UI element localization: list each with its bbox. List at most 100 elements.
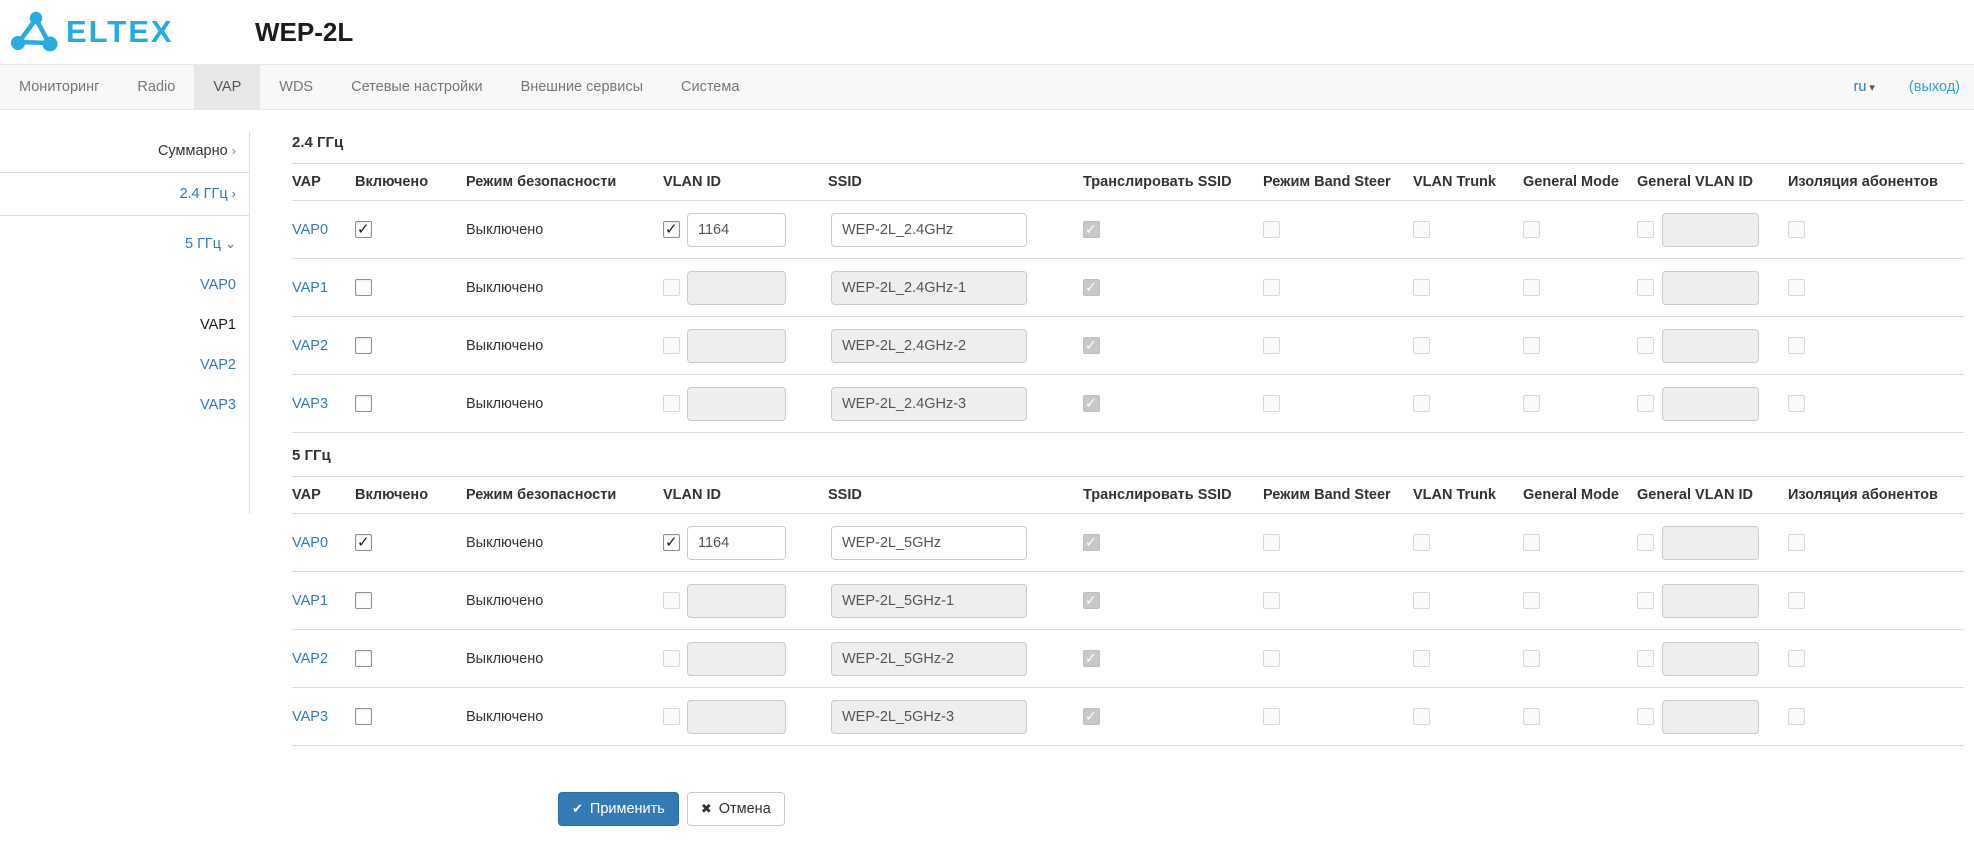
enabled-checkbox[interactable] <box>355 337 372 354</box>
vap-link[interactable]: VAP3 <box>292 396 328 412</box>
enabled-checkbox[interactable] <box>355 592 372 609</box>
ssid-input[interactable] <box>831 526 1027 560</box>
sidebar-item-24ghz[interactable]: 2.4 ГГц› <box>0 173 250 215</box>
nav-item-monitoring[interactable]: Мониторинг <box>0 65 118 109</box>
form-actions: ✔ Применить ✖ Отмена <box>558 792 1964 826</box>
table-row: VAP1 Выключено <box>292 259 1964 317</box>
general-vlan-id-input <box>1662 584 1759 618</box>
vlan-id-checkbox[interactable] <box>663 221 680 238</box>
vlan-trunk-checkbox <box>1413 337 1430 354</box>
ssid-input <box>831 271 1027 305</box>
general-vlan-checkbox <box>1637 708 1654 725</box>
nav-item-radio[interactable]: Radio <box>118 65 194 109</box>
nav-item-vap[interactable]: VAP <box>194 65 260 109</box>
vap-link[interactable]: VAP1 <box>292 280 328 296</box>
general-vlan-id-input <box>1662 700 1759 734</box>
band-steer-checkbox <box>1263 592 1280 609</box>
isolation-checkbox <box>1788 221 1805 238</box>
sidebar-item-5ghz[interactable]: 5 ГГц⌄ <box>0 216 250 265</box>
col-vlan-trunk: VLAN Trunk <box>1413 164 1523 201</box>
vap-link[interactable]: VAP3 <box>292 709 328 725</box>
vlan-id-input[interactable] <box>687 213 786 247</box>
enabled-checkbox[interactable] <box>355 650 372 667</box>
broadcast-ssid-checkbox <box>1083 592 1100 609</box>
ssid-input <box>831 584 1027 618</box>
band-steer-checkbox <box>1263 650 1280 667</box>
general-mode-checkbox <box>1523 650 1540 667</box>
language-selector[interactable]: ru▾ <box>1853 79 1874 95</box>
col-vap: VAP <box>292 477 355 514</box>
broadcast-ssid-checkbox <box>1083 221 1100 238</box>
col-security: Режим безопасности <box>466 477 663 514</box>
col-broadcast-ssid: Транслировать SSID <box>1083 477 1263 514</box>
vlan-id-checkbox[interactable] <box>663 534 680 551</box>
ssid-input[interactable] <box>831 213 1027 247</box>
vlan-id-input <box>687 271 786 305</box>
col-general-vlan-id: General VLAN ID <box>1637 164 1788 201</box>
sidebar: Суммарно› 2.4 ГГц› 5 ГГц⌄ VAP0 VAP1 VAP2… <box>0 110 250 425</box>
eltex-molecule-icon <box>10 10 60 54</box>
nav-item-network-settings[interactable]: Сетевые настройки <box>332 65 501 109</box>
logout-link[interactable]: (выход) <box>1909 79 1960 95</box>
col-general-vlan-id: General VLAN ID <box>1637 477 1788 514</box>
enabled-checkbox[interactable] <box>355 395 372 412</box>
col-enabled: Включено <box>355 477 466 514</box>
cancel-button[interactable]: ✖ Отмена <box>687 792 785 826</box>
ssid-input <box>831 387 1027 421</box>
enabled-checkbox[interactable] <box>355 279 372 296</box>
vap-table-24ghz: VAP Включено Режим безопасности VLAN ID … <box>292 163 1964 433</box>
vap-link[interactable]: VAP0 <box>292 222 328 238</box>
general-vlan-checkbox <box>1637 534 1654 551</box>
table-row: VAP2 Выключено <box>292 317 1964 375</box>
vap-link[interactable]: VAP0 <box>292 535 328 551</box>
vlan-trunk-checkbox <box>1413 395 1430 412</box>
sidebar-item-vap1[interactable]: VAP1 <box>0 305 250 345</box>
nav-item-wds[interactable]: WDS <box>260 65 332 109</box>
ssid-input <box>831 329 1027 363</box>
sidebar-item-vap3[interactable]: VAP3 <box>0 385 250 425</box>
enabled-checkbox[interactable] <box>355 221 372 238</box>
sidebar-item-vap0[interactable]: VAP0 <box>0 265 250 305</box>
table-row: VAP3 Выключено <box>292 375 1964 433</box>
vap-link[interactable]: VAP1 <box>292 593 328 609</box>
general-vlan-checkbox <box>1637 279 1654 296</box>
vlan-id-input[interactable] <box>687 526 786 560</box>
vap-table-5ghz: VAP Включено Режим безопасности VLAN ID … <box>292 476 1964 746</box>
general-vlan-checkbox <box>1637 650 1654 667</box>
nav-item-system[interactable]: Система <box>662 65 758 109</box>
vlan-id-checkbox <box>663 650 680 667</box>
vlan-id-input <box>687 642 786 676</box>
col-vlan-id: VLAN ID <box>663 477 828 514</box>
band-steer-checkbox <box>1263 337 1280 354</box>
general-vlan-id-input <box>1662 271 1759 305</box>
general-mode-checkbox <box>1523 337 1540 354</box>
col-band-steer: Режим Band Steer <box>1263 477 1413 514</box>
vap-link[interactable]: VAP2 <box>292 651 328 667</box>
isolation-checkbox <box>1788 279 1805 296</box>
enabled-checkbox[interactable] <box>355 534 372 551</box>
table-row: VAP2 Выключено <box>292 630 1964 688</box>
isolation-checkbox <box>1788 592 1805 609</box>
security-mode-text: Выключено <box>466 651 543 667</box>
vlan-trunk-checkbox <box>1413 279 1430 296</box>
nav-item-external-services[interactable]: Внешние сервисы <box>502 65 662 109</box>
broadcast-ssid-checkbox <box>1083 395 1100 412</box>
sidebar-item-vap2[interactable]: VAP2 <box>0 345 250 385</box>
isolation-checkbox <box>1788 395 1805 412</box>
chevron-right-icon: › <box>232 143 236 158</box>
general-vlan-checkbox <box>1637 592 1654 609</box>
enabled-checkbox[interactable] <box>355 708 372 725</box>
vlan-trunk-checkbox <box>1413 650 1430 667</box>
main-nav: Мониторинг Radio VAP WDS Сетевые настрой… <box>0 64 1974 110</box>
ssid-input <box>831 700 1027 734</box>
general-mode-checkbox <box>1523 534 1540 551</box>
chevron-down-icon: ▾ <box>1869 82 1875 94</box>
eltex-logo: ELTEX <box>10 10 255 54</box>
vap-link[interactable]: VAP2 <box>292 338 328 354</box>
apply-button[interactable]: ✔ Применить <box>558 792 679 826</box>
sidebar-item-summary[interactable]: Суммарно› <box>0 130 250 172</box>
security-mode-text: Выключено <box>466 280 543 296</box>
vlan-id-input <box>687 329 786 363</box>
broadcast-ssid-checkbox <box>1083 534 1100 551</box>
vlan-id-input <box>687 700 786 734</box>
